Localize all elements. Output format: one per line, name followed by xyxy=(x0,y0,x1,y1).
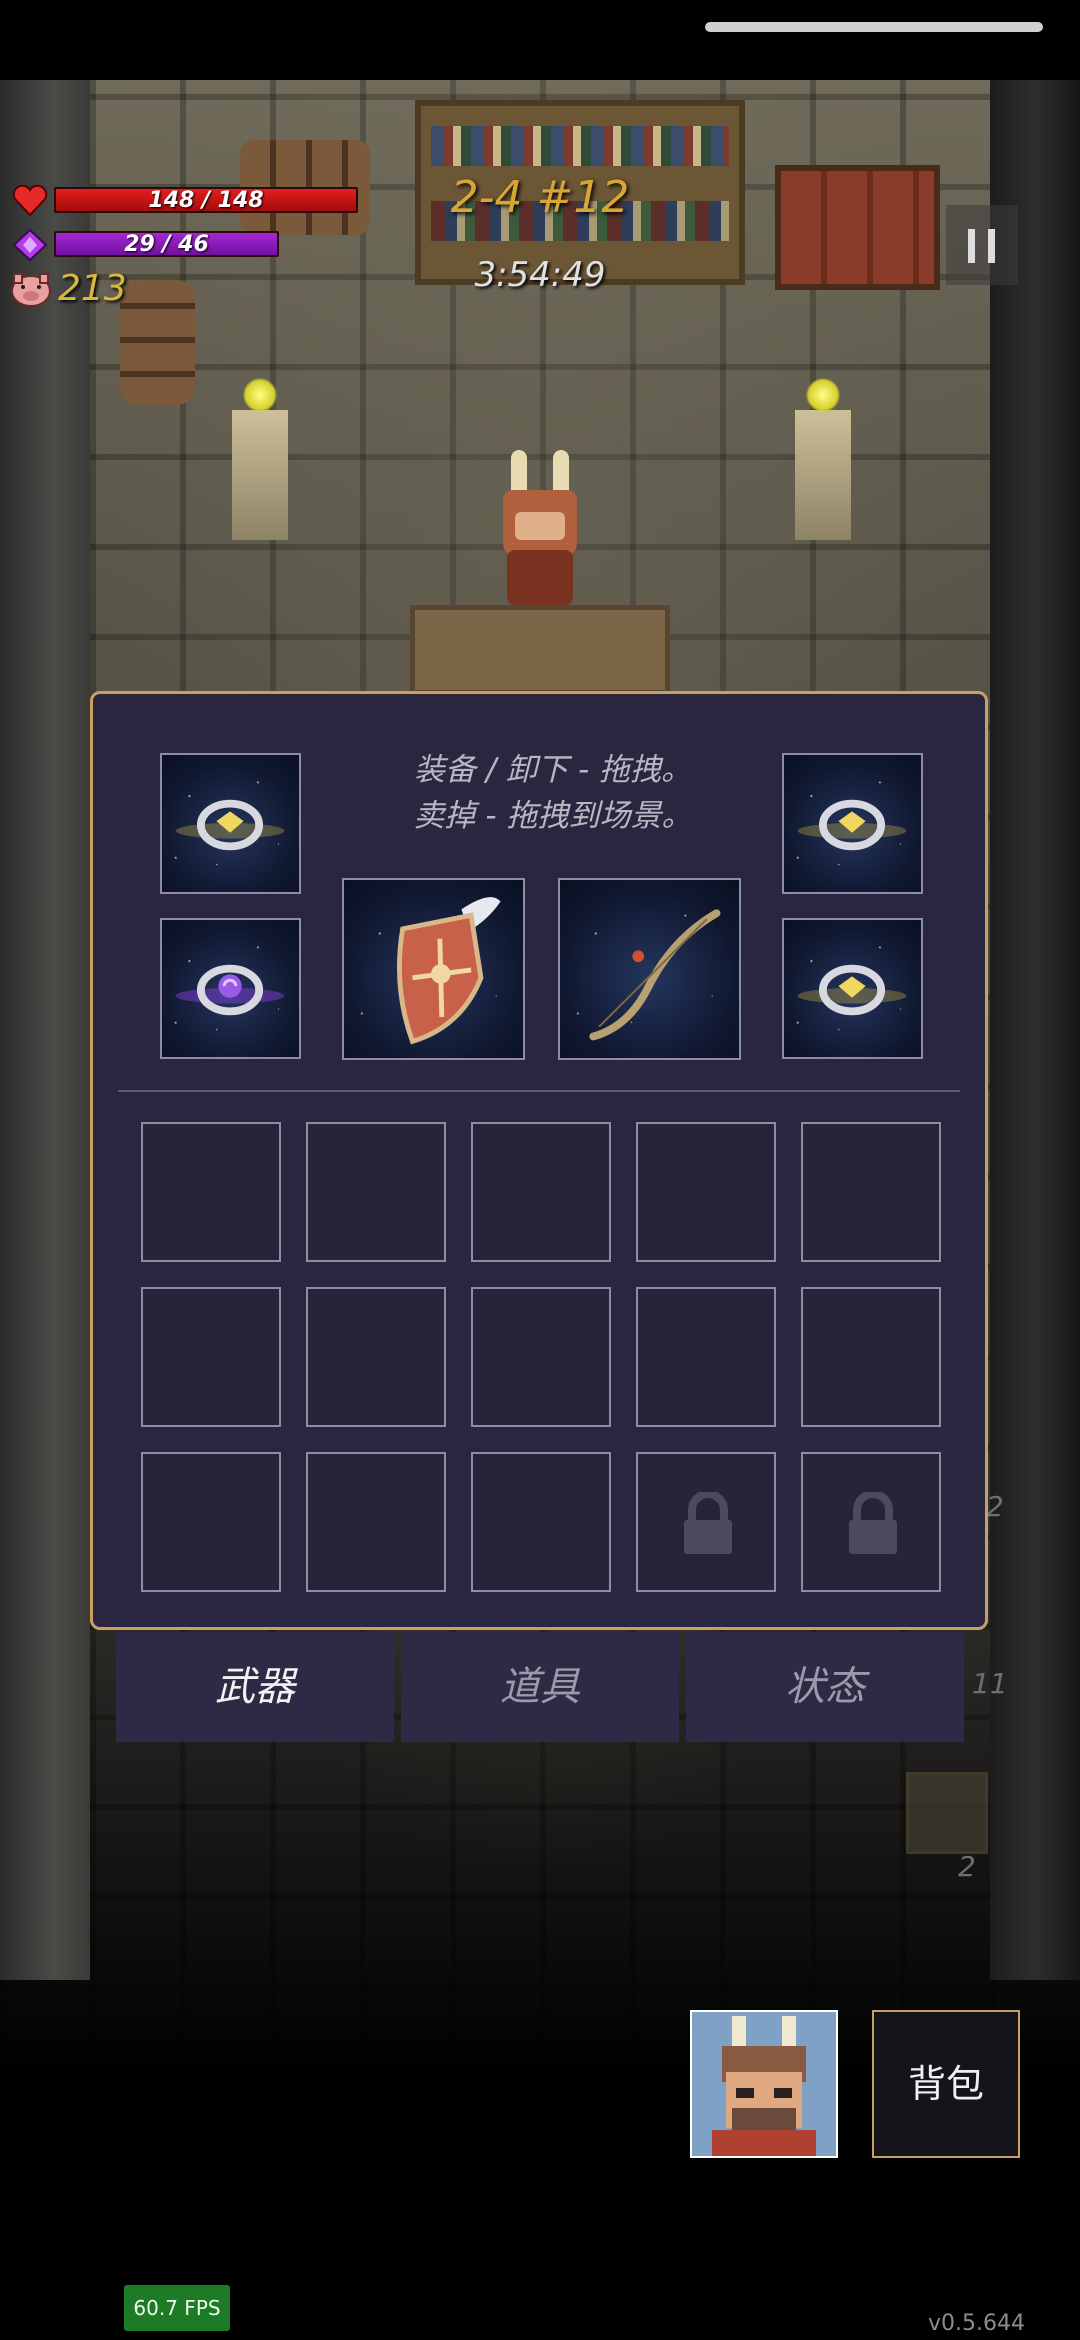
inventory-panel: 装备 / 卸下 - 拖拽。 卖掉 - 拖拽到场景。 xyxy=(90,691,988,1630)
treasure-chest[interactable] xyxy=(775,165,940,290)
inventory-slot-locked[interactable] xyxy=(801,1452,941,1592)
hint-equip: 装备 / 卸下 - 拖拽。 xyxy=(413,752,693,788)
inventory-slot[interactable] xyxy=(306,1122,446,1262)
purple-gem-ring-icon xyxy=(175,964,285,1016)
character-avatar xyxy=(712,2016,816,2156)
side-counter: 2 xyxy=(958,1850,976,1883)
player-character xyxy=(495,450,585,605)
lock-icon xyxy=(849,1492,897,1554)
inventory-slot[interactable] xyxy=(801,1287,941,1427)
winged-shield-icon xyxy=(397,897,501,1045)
gold-ring-icon xyxy=(175,799,285,851)
version-label: v0.5.644 xyxy=(928,2311,1025,2336)
inventory-slot[interactable] xyxy=(471,1287,611,1427)
stage-label: 2-4 #12 xyxy=(450,172,630,223)
torch-pillar xyxy=(795,410,851,540)
equip-slot-ring-4[interactable] xyxy=(782,918,923,1059)
coin-count: 213 xyxy=(58,268,127,309)
equip-slot-ring-2[interactable] xyxy=(782,753,923,894)
divider xyxy=(118,1090,960,1092)
inventory-slot[interactable] xyxy=(801,1122,941,1262)
piggy-bank-icon xyxy=(11,273,51,307)
hint-sell: 卖掉 - 拖拽到场景。 xyxy=(413,798,693,834)
inventory-slot[interactable] xyxy=(471,1452,611,1592)
side-counter: 2 xyxy=(986,1490,1004,1523)
mana-value: 29 / 46 xyxy=(124,232,209,257)
fps-counter: 60.7 FPS xyxy=(124,2285,230,2331)
mana-icon xyxy=(12,228,48,262)
inventory-slot[interactable] xyxy=(471,1122,611,1262)
inventory-slot[interactable] xyxy=(141,1287,281,1427)
lock-icon xyxy=(684,1492,732,1554)
left-wall xyxy=(0,80,90,1980)
equip-slot-ring-1[interactable] xyxy=(160,753,301,894)
pause-icon xyxy=(968,229,975,263)
flame-icon xyxy=(243,378,277,412)
torch-pillar xyxy=(232,410,288,540)
inventory-slot[interactable] xyxy=(141,1452,281,1592)
mana-bar: 29 / 46 xyxy=(54,231,279,257)
inventory-slot[interactable] xyxy=(636,1122,776,1262)
equip-slot-ring-3[interactable] xyxy=(160,918,301,1059)
tab-weapons[interactable]: 武器 xyxy=(116,1632,394,1742)
inventory-slot[interactable] xyxy=(306,1452,446,1592)
flame-icon xyxy=(806,378,840,412)
equip-slot-shield[interactable] xyxy=(342,878,525,1060)
gold-ring-icon xyxy=(797,799,907,851)
cube-item-icon[interactable] xyxy=(906,1772,988,1854)
bow-icon xyxy=(589,909,721,1041)
tab-items[interactable]: 道具 xyxy=(401,1632,679,1742)
side-counter: 11 xyxy=(972,1667,1008,1700)
heart-icon xyxy=(12,184,48,216)
gold-ring-icon xyxy=(797,964,907,1016)
inventory-slot[interactable] xyxy=(141,1122,281,1262)
shop-counter[interactable] xyxy=(410,605,670,695)
character-portrait-button[interactable] xyxy=(690,2010,838,2158)
status-bar-indicator xyxy=(705,22,1043,32)
equip-slot-bow[interactable] xyxy=(558,878,741,1060)
inventory-slot[interactable] xyxy=(636,1287,776,1427)
tab-status[interactable]: 状态 xyxy=(686,1632,964,1742)
inventory-slot-locked[interactable] xyxy=(636,1452,776,1592)
inventory-slot[interactable] xyxy=(306,1287,446,1427)
run-timer: 3:54:49 xyxy=(474,255,606,295)
health-value: 148 / 148 xyxy=(148,188,264,213)
barrel xyxy=(120,280,195,405)
health-bar: 148 / 148 xyxy=(54,187,358,213)
pause-button[interactable] xyxy=(946,205,1018,285)
backpack-button[interactable]: 背包 xyxy=(872,2010,1020,2158)
